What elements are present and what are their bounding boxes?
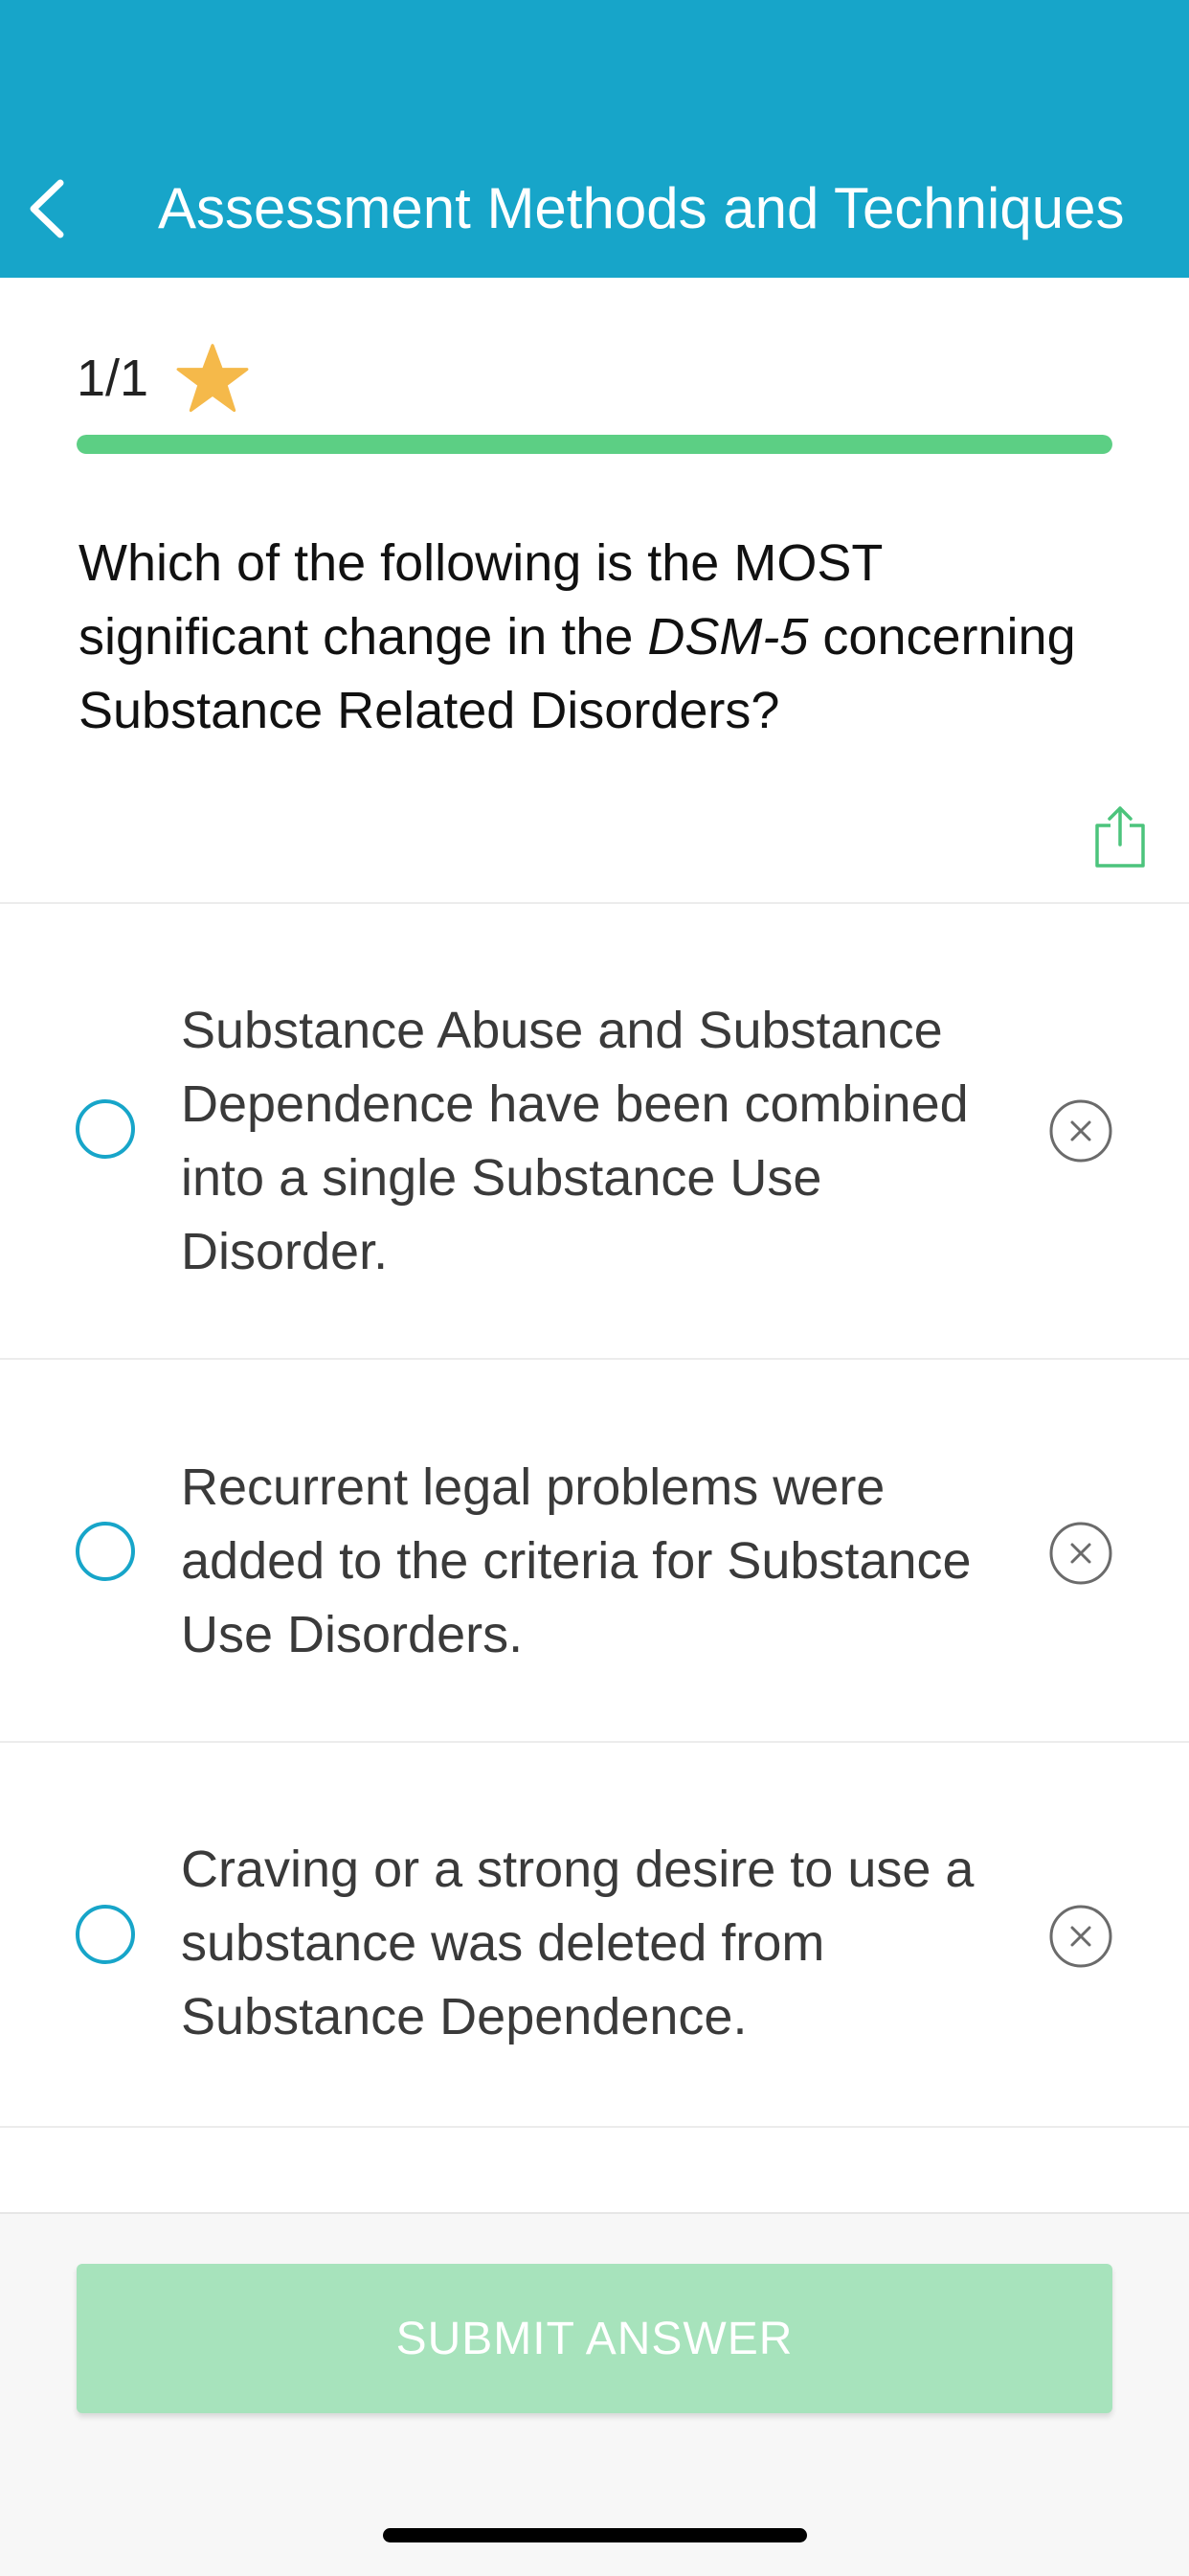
page-title: Assessment Methods and Techniques — [158, 176, 1125, 240]
answer-option-text: Craving or a strong desire to use a subs… — [181, 1841, 975, 2045]
eliminate-option-icon[interactable] — [1049, 1099, 1112, 1163]
answer-option-text: Recurrent legal problems were added to t… — [181, 1458, 972, 1663]
answer-option-2[interactable]: Recurrent legal problems were added to t… — [0, 1360, 1189, 1741]
question-counter: 1/1 — [77, 350, 149, 407]
question-text: Which of the following is the MOST signi… — [79, 527, 1122, 748]
submit-answer-button[interactable]: SUBMIT ANSWER — [77, 2264, 1112, 2413]
progress-bar — [77, 435, 1112, 454]
question-counter-row: 1/1 — [77, 340, 250, 417]
answer-option-1[interactable]: Substance Abuse and Substance Dependence… — [0, 904, 1189, 1358]
answer-option-3[interactable]: Craving or a strong desire to use a subs… — [0, 1743, 1189, 2126]
bottom-action-bar: SUBMIT ANSWER — [0, 2212, 1189, 2576]
radio-button[interactable] — [76, 1522, 135, 1581]
progress-bar-fill — [77, 435, 1112, 454]
eliminate-option-icon[interactable] — [1049, 1905, 1112, 1968]
home-indicator[interactable] — [383, 2528, 807, 2542]
chevron-left-icon — [30, 179, 64, 238]
divider — [0, 2126, 1189, 2128]
back-button[interactable] — [17, 170, 75, 247]
radio-button[interactable] — [76, 1099, 135, 1159]
question-text-italic: DSM-5 — [647, 608, 809, 666]
eliminate-option-icon[interactable] — [1049, 1522, 1112, 1585]
radio-button[interactable] — [76, 1905, 135, 1964]
share-icon[interactable] — [1091, 804, 1149, 870]
app-header: Assessment Methods and Techniques — [0, 0, 1189, 278]
star-icon[interactable] — [175, 341, 250, 416]
answer-option-text: Substance Abuse and Substance Dependence… — [181, 1002, 969, 1280]
